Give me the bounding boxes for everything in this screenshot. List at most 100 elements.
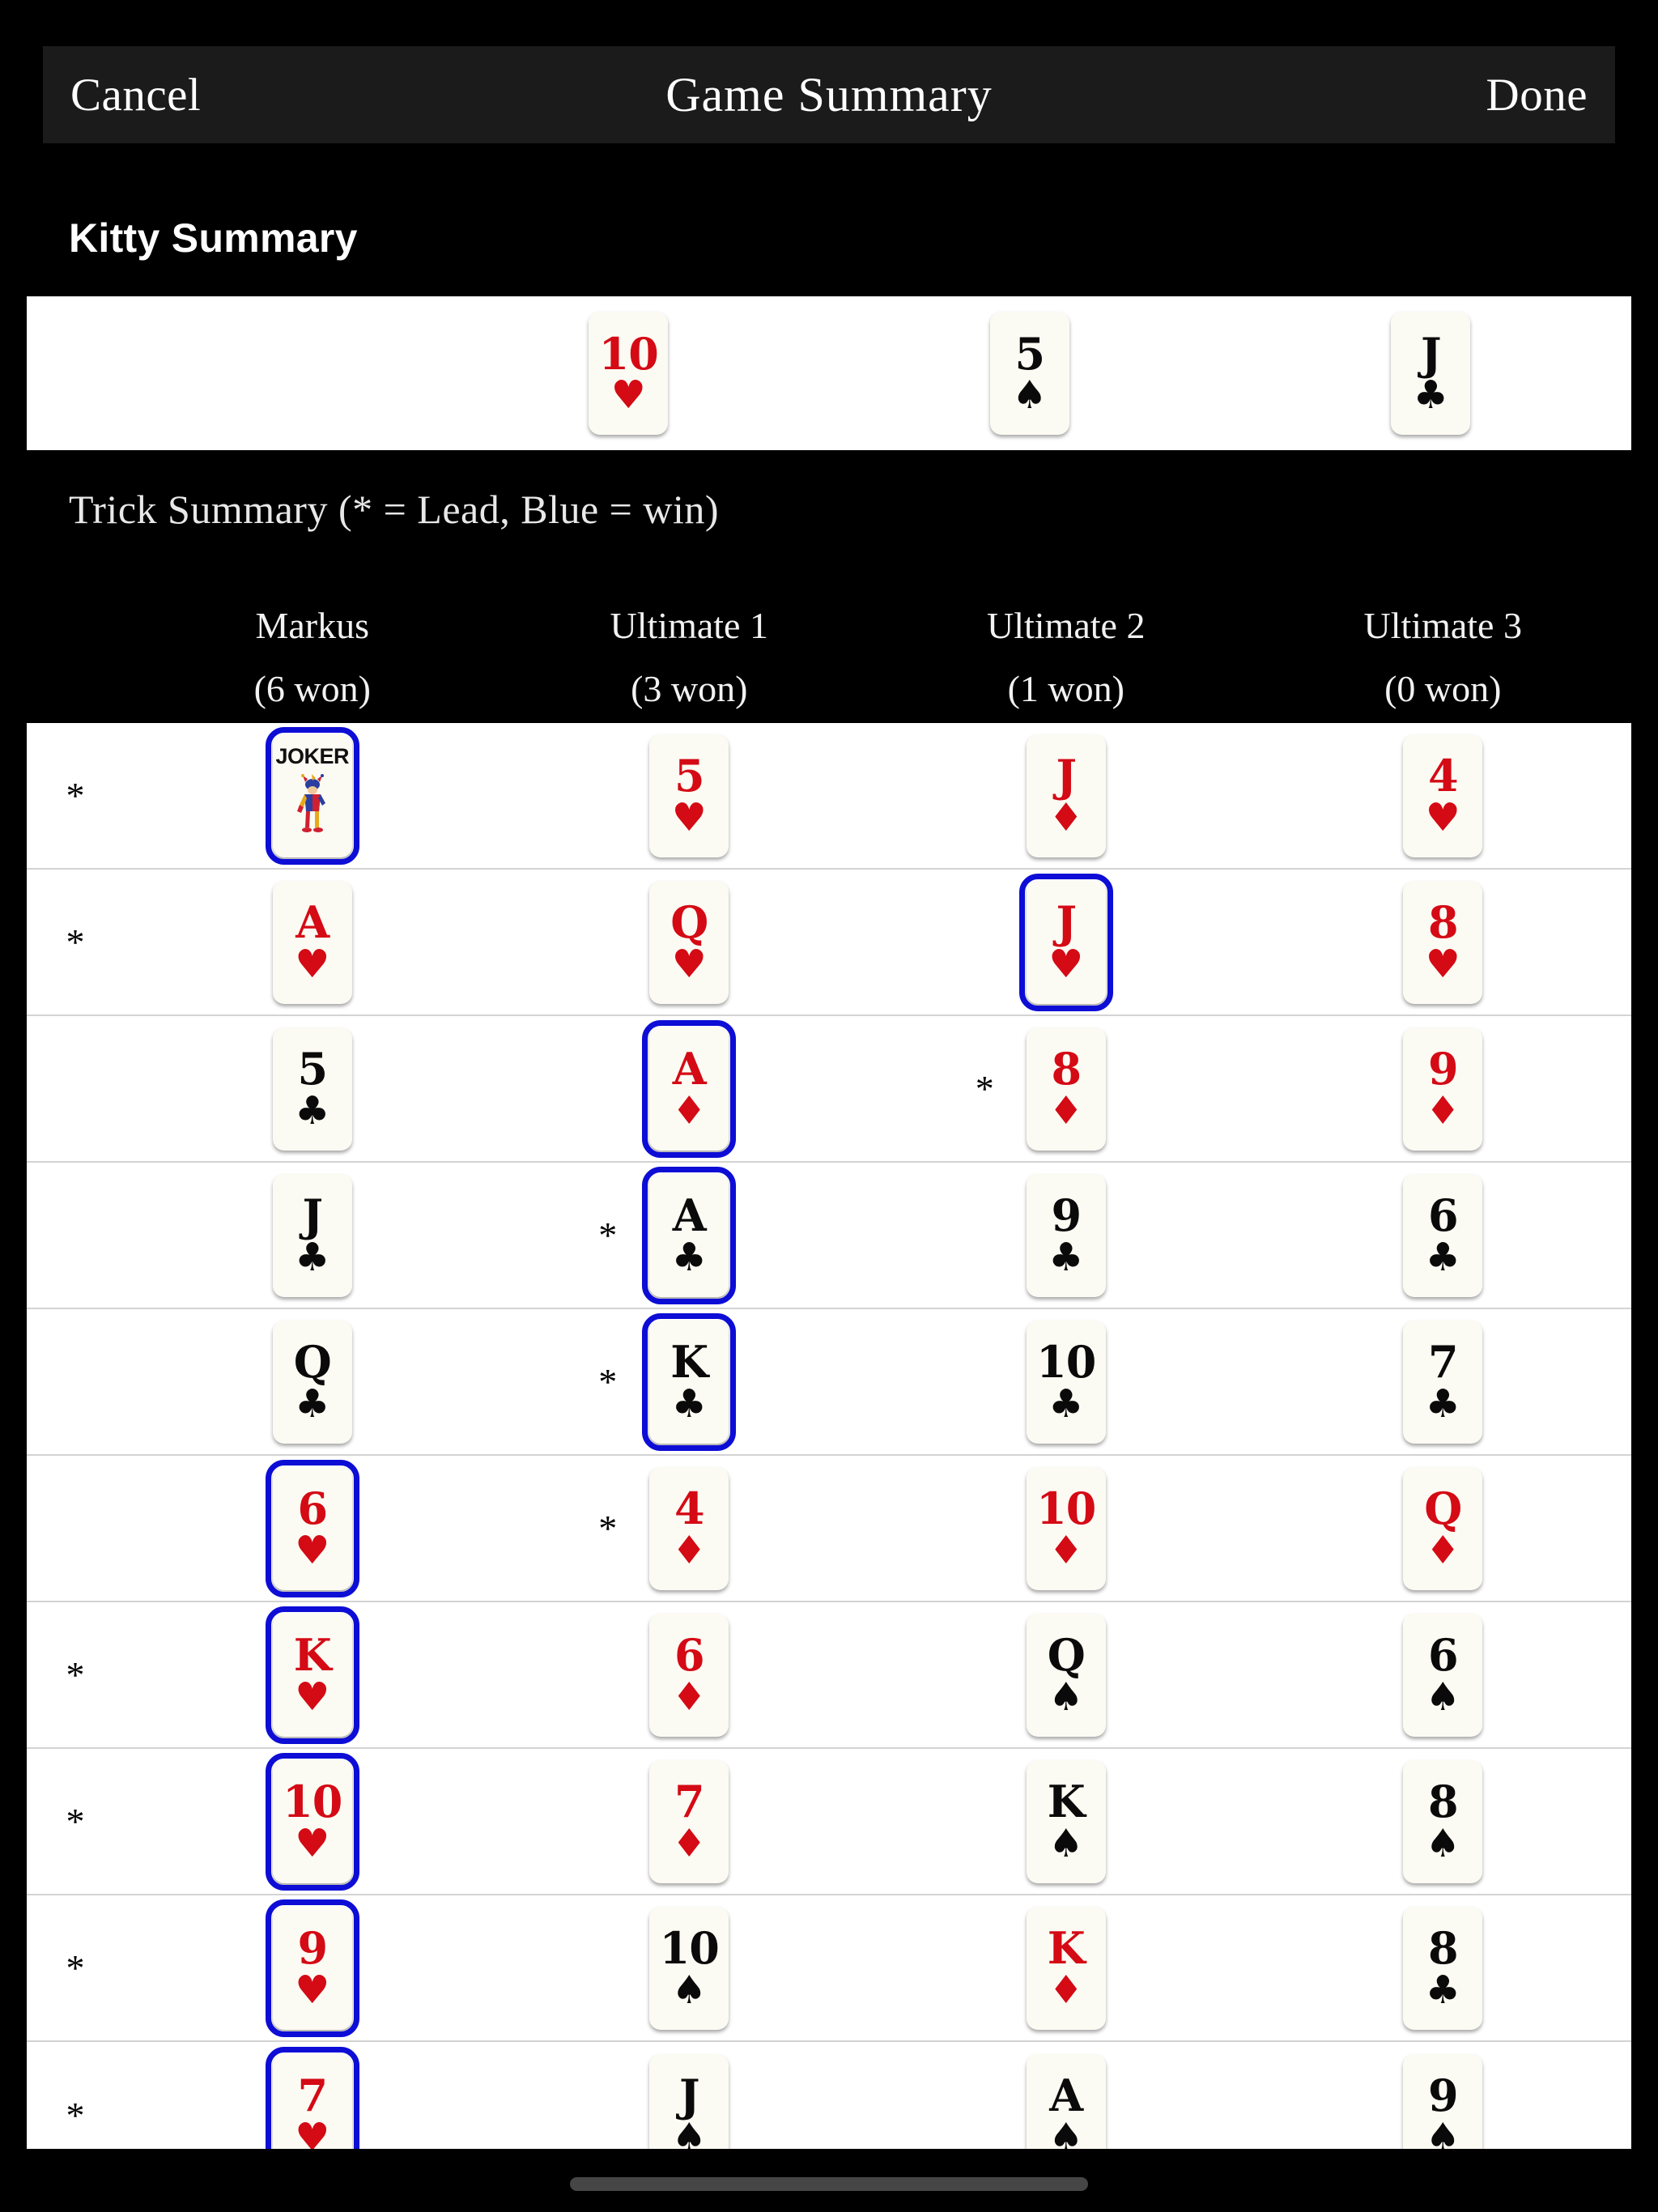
card-suit-icon: ♥ bbox=[610, 372, 646, 419]
trick-card-cell: 6 ♥ bbox=[124, 1459, 501, 1597]
card-suit-icon: ♣ bbox=[1413, 372, 1448, 419]
lead-marker: * bbox=[598, 1214, 618, 1256]
card-suit-icon: ♦ bbox=[671, 1674, 707, 1720]
trick-card-cell: * A ♣ bbox=[501, 1166, 878, 1304]
trick-card-cell: 6 ♣ bbox=[1255, 1173, 1632, 1297]
card-suit-icon: ♥ bbox=[295, 941, 330, 987]
page-title: Game Summary bbox=[665, 67, 993, 121]
trick-card: J ♥ bbox=[1018, 873, 1113, 1011]
card-suit-icon: ♠ bbox=[1048, 1820, 1084, 1866]
trick-row: * 10 ♥ 7 ♦ K ♠ 8 ♠ bbox=[27, 1749, 1631, 1895]
card-suit-icon: ♣ bbox=[295, 1234, 330, 1280]
card-rank: 9 bbox=[1427, 2069, 1459, 2122]
trick-row: * K ♥ 6 ♦ Q ♠ 6 ♠ bbox=[27, 1602, 1631, 1749]
trick-card: K ♥ bbox=[265, 1606, 359, 1744]
trick-card-cell: 9 ♥ bbox=[124, 1899, 501, 2037]
card-suit-icon: ♥ bbox=[295, 1674, 330, 1720]
lead-marker-gutter: * bbox=[66, 1946, 85, 1989]
trick-row: * 9 ♥ 10 ♠ K ♦ 8 ♣ bbox=[27, 1895, 1631, 2042]
lead-column-spacer bbox=[27, 599, 124, 725]
trick-card-cell: * 8 ♦ bbox=[878, 1027, 1255, 1151]
card-suit-icon: ♦ bbox=[671, 1820, 707, 1866]
trick-card: 9 ♦ bbox=[1403, 1027, 1483, 1151]
trick-card-cell: K ♥ bbox=[124, 1606, 501, 1744]
trick-card-cell: K ♦ bbox=[878, 1906, 1255, 2030]
card-suit-icon: ♣ bbox=[1048, 1234, 1084, 1280]
trick-card-cell: 7 ♥ bbox=[124, 2046, 501, 2149]
cancel-button[interactable]: Cancel bbox=[70, 69, 201, 121]
card-rank: 6 bbox=[297, 1482, 328, 1535]
card-suit-icon: ♠ bbox=[1425, 2114, 1460, 2149]
card-rank: 5 bbox=[1014, 327, 1045, 380]
home-indicator[interactable] bbox=[570, 2177, 1088, 2191]
player-name: Markus bbox=[255, 605, 370, 646]
card-rank: J bbox=[1420, 327, 1442, 380]
trick-card: A ♦ bbox=[642, 1019, 737, 1158]
card-rank: 5 bbox=[297, 1043, 328, 1095]
trick-card-cell: Q ♦ bbox=[1255, 1466, 1632, 1590]
trick-card-cell: J ♥ bbox=[878, 873, 1255, 1011]
trick-card: 4 ♥ bbox=[1403, 734, 1483, 857]
card-suit-icon: ♠ bbox=[1425, 1674, 1460, 1720]
card-rank: K bbox=[1047, 1776, 1086, 1828]
card-rank: J bbox=[1056, 896, 1077, 949]
card-suit-icon: ♣ bbox=[671, 1234, 707, 1280]
trick-card: A ♠ bbox=[1026, 2053, 1106, 2149]
trick-card: 8 ♣ bbox=[1403, 1906, 1483, 2030]
card-rank: K bbox=[1047, 1922, 1086, 1975]
trick-card: 6 ♥ bbox=[265, 1459, 359, 1597]
card-rank: 8 bbox=[1051, 1043, 1082, 1095]
card-suit-icon: ♦ bbox=[1048, 1967, 1084, 2013]
trick-card: 10 ♥ bbox=[265, 1752, 359, 1891]
done-button[interactable]: Done bbox=[1486, 69, 1588, 121]
card-rank: 8 bbox=[1427, 896, 1459, 949]
card-rank: 7 bbox=[297, 2069, 328, 2122]
trick-card-cell: 10 ♣ bbox=[878, 1320, 1255, 1444]
joker-figure-icon bbox=[296, 773, 325, 832]
trick-card-cell: A ♠ bbox=[878, 2053, 1255, 2149]
trick-row: 5 ♣ A ♦ * 8 ♦ 9 ♦ bbox=[27, 1016, 1631, 1163]
trick-card: 6 ♣ bbox=[1403, 1173, 1483, 1297]
card-suit-icon: ♦ bbox=[1048, 794, 1084, 840]
card-rank: 10 bbox=[659, 1922, 720, 1975]
trick-table: * JOKER 5 ♥ J ♦ 4 ♥ * A ♥ Q ♥ J ♥ 8 ♥ 5 ♣ A ♦ * 8 ♦ 9 ♦ J ♣ * A ♣ 9 ♣ 6 ♣ Q… bbox=[27, 723, 1631, 2149]
trick-card: 9 ♣ bbox=[1026, 1173, 1106, 1297]
player-column-headers: Markus (6 won) Ultimate 1 (3 won) Ultimate 2… bbox=[27, 599, 1631, 725]
trick-card-cell: Q ♠ bbox=[878, 1613, 1255, 1737]
trick-card: K ♣ bbox=[642, 1312, 737, 1451]
trick-card-cell: Q ♥ bbox=[501, 880, 878, 1004]
trick-card-cell: 9 ♦ bbox=[1255, 1027, 1632, 1151]
card-rank: J bbox=[1056, 750, 1077, 802]
card-suit-icon: ♥ bbox=[295, 2114, 330, 2149]
player-header-1: Markus (6 won) bbox=[124, 599, 501, 725]
card-rank: 10 bbox=[598, 327, 659, 380]
kitty-slot: 5 ♠ bbox=[829, 312, 1231, 435]
trick-card-cell: J ♦ bbox=[878, 734, 1255, 857]
card-suit-icon: ♣ bbox=[1425, 1967, 1460, 2013]
card-rank: K bbox=[293, 1629, 332, 1682]
card-suit-icon: ♠ bbox=[1012, 372, 1048, 419]
trick-card: Q ♣ bbox=[272, 1320, 352, 1444]
player-name: Ultimate 2 bbox=[987, 605, 1146, 646]
player-header-4: Ultimate 3 (0 won) bbox=[1255, 599, 1632, 725]
card-suit-icon: ♣ bbox=[671, 1380, 707, 1427]
trick-card: A ♣ bbox=[642, 1166, 737, 1304]
card-rank: J bbox=[302, 1189, 323, 1242]
card-rank: Q bbox=[670, 896, 708, 949]
game-summary-screen: Cancel Game Summary Done Kitty Summary 1… bbox=[0, 0, 1658, 2212]
kitty-slot: J ♣ bbox=[1231, 312, 1632, 435]
trick-card-cell: J ♣ bbox=[124, 1173, 501, 1297]
card-rank: Q bbox=[1047, 1629, 1086, 1682]
card-rank: K bbox=[670, 1336, 708, 1389]
trick-card: 9 ♥ bbox=[265, 1899, 359, 2037]
card-rank: A bbox=[672, 1189, 707, 1242]
card-suit-icon: ♠ bbox=[671, 2114, 707, 2149]
trick-card-cell: 6 ♠ bbox=[1255, 1613, 1632, 1737]
card-suit-icon: ♦ bbox=[1048, 1087, 1084, 1134]
player-tricks-won: (6 won) bbox=[253, 668, 371, 709]
trick-card: K ♦ bbox=[1026, 1906, 1106, 2030]
trick-card-cell: 8 ♥ bbox=[1255, 880, 1632, 1004]
trick-card: K ♠ bbox=[1026, 1759, 1106, 1883]
card-suit-icon: ♥ bbox=[671, 794, 707, 840]
trick-card-cell: 6 ♦ bbox=[501, 1613, 878, 1737]
